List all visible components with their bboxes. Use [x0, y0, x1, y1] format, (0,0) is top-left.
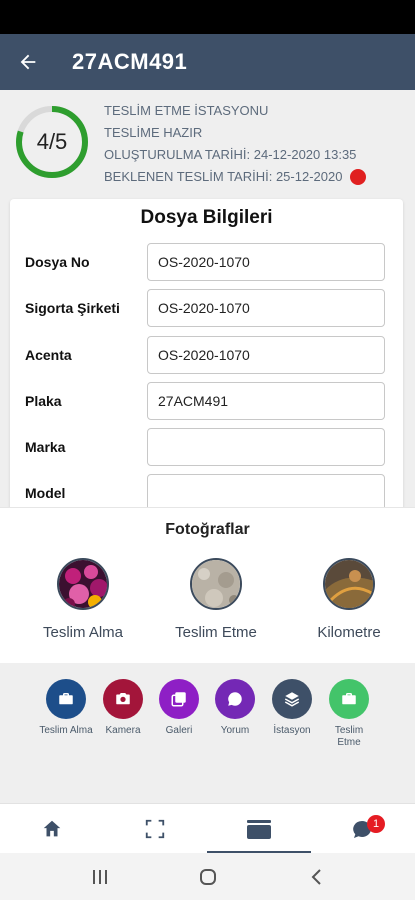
- field-label: Sigorta Şirketi: [25, 300, 120, 316]
- home-button-icon: [200, 869, 216, 885]
- action-label: Galeri: [165, 725, 193, 736]
- action-circle[interactable]: [46, 679, 86, 719]
- briefcase-icon: [342, 693, 356, 705]
- expected-date-row: BEKLENEN TESLİM TARİHİ: 25-12-2020: [104, 166, 367, 188]
- progress-text: 4/5: [36, 129, 68, 154]
- action-label: Kamera: [105, 725, 141, 736]
- back-icon: [311, 869, 321, 885]
- system-nav: [0, 853, 415, 900]
- status-section: 4/5 TESLİM ETME İSTASYONU TESLİME HAZIR …: [0, 90, 415, 194]
- delivery-status: TESLİME HAZIR: [104, 125, 203, 140]
- notification-badge: 1: [367, 815, 385, 833]
- acenta-field[interactable]: OS-2020-1070: [147, 336, 385, 374]
- sigorta-sirketi-field[interactable]: OS-2020-1070: [147, 289, 385, 327]
- expected-date: BEKLENEN TESLİM TARİHİ: 25-12-2020: [104, 169, 343, 184]
- file-info-card: Dosya Bilgileri Dosya No OS-2020-1070 Si…: [10, 199, 403, 519]
- action-circle[interactable]: [159, 679, 199, 719]
- form-row-sigorta: Sigorta Şirketi OS-2020-1070: [10, 289, 403, 327]
- action-circle[interactable]: [272, 679, 312, 719]
- marka-field[interactable]: [147, 428, 385, 466]
- layers-icon: [284, 692, 300, 707]
- photo-thumbnail[interactable]: [57, 558, 109, 610]
- nav-chat[interactable]: 1: [311, 804, 414, 854]
- created-date: OLUŞTURULMA TARİHİ: 24-12-2020 13:35: [104, 147, 357, 162]
- form-row-marka: Marka: [10, 428, 403, 466]
- photo-label: Kilometre: [317, 624, 381, 641]
- action-label: Teslim Alma: [39, 725, 93, 736]
- recent-apps-button[interactable]: [70, 863, 130, 891]
- action-istasyon-button[interactable]: İstasyon: [265, 679, 319, 737]
- plaka-field[interactable]: 27ACM491: [147, 382, 385, 420]
- file-info-title: Dosya Bilgileri: [140, 207, 273, 228]
- actions-bar: Teslim Alma Kamera Galeri Yorum İstasyon…: [0, 663, 415, 803]
- action-galeri-button[interactable]: Galeri: [152, 679, 206, 737]
- action-yorum-button[interactable]: Yorum: [208, 679, 262, 737]
- app-bar: 27ACM491: [0, 34, 415, 90]
- action-teslim-etme-button[interactable]: Teslim Etme: [322, 679, 376, 749]
- action-label: Teslim Etme: [334, 725, 364, 748]
- photo-label: Teslim Etme: [175, 624, 257, 641]
- comment-icon: [228, 692, 242, 706]
- field-label: Model: [25, 485, 66, 501]
- gallery-icon: [171, 692, 186, 707]
- status-bar: [0, 0, 415, 34]
- photo-teslim-etme[interactable]: Teslim Etme: [156, 558, 276, 641]
- alert-dot-icon: [350, 169, 367, 185]
- status-lines: TESLİM ETME İSTASYONU TESLİME HAZIR OLUŞ…: [104, 100, 367, 188]
- photo-teslim-alma[interactable]: Teslim Alma: [23, 558, 143, 641]
- form-row-plaka: Plaka 27ACM491: [10, 382, 403, 420]
- photo-thumbnail[interactable]: [323, 558, 375, 610]
- photos-title: Fotoğraflar: [165, 521, 250, 538]
- folder-icon: [246, 820, 271, 839]
- action-kamera-button[interactable]: Kamera: [96, 679, 150, 737]
- action-label: Yorum: [220, 725, 250, 736]
- back-button[interactable]: [0, 34, 56, 90]
- action-circle[interactable]: [103, 679, 143, 719]
- arrow-left-icon: [20, 54, 36, 70]
- page-title: 27ACM491: [72, 49, 188, 74]
- recent-apps-icon: [93, 870, 107, 884]
- home-icon: [43, 820, 60, 837]
- bottom-nav: 1: [0, 803, 415, 854]
- action-circle[interactable]: [215, 679, 255, 719]
- photos-section: Fotoğraflar Teslim Alma Teslim Etme Kilo…: [0, 507, 415, 663]
- home-button[interactable]: [178, 863, 238, 891]
- dosya-no-field[interactable]: OS-2020-1070: [147, 243, 385, 281]
- photo-thumbnail[interactable]: [190, 558, 242, 610]
- station-status: TESLİM ETME İSTASYONU: [104, 103, 269, 118]
- field-label: Dosya No: [25, 254, 90, 270]
- nav-home[interactable]: [0, 804, 103, 854]
- photo-label: Teslim Alma: [42, 624, 124, 641]
- form-row-dosya-no: Dosya No OS-2020-1070: [10, 243, 403, 281]
- photo-kilometre[interactable]: Kilometre: [289, 558, 409, 641]
- scan-icon: [145, 819, 164, 839]
- form-row-acenta: Acenta OS-2020-1070: [10, 336, 403, 374]
- field-label: Plaka: [25, 393, 62, 409]
- action-teslim-alma-button[interactable]: Teslim Alma: [39, 679, 93, 737]
- briefcase-icon: [59, 693, 73, 705]
- system-back-button[interactable]: [287, 863, 347, 891]
- camera-icon: [116, 693, 130, 705]
- nav-folder[interactable]: [207, 804, 310, 854]
- action-circle[interactable]: [329, 679, 369, 719]
- nav-scan[interactable]: [103, 804, 206, 854]
- action-label: İstasyon: [273, 725, 311, 736]
- field-label: Marka: [25, 439, 66, 455]
- field-label: Acenta: [25, 347, 72, 363]
